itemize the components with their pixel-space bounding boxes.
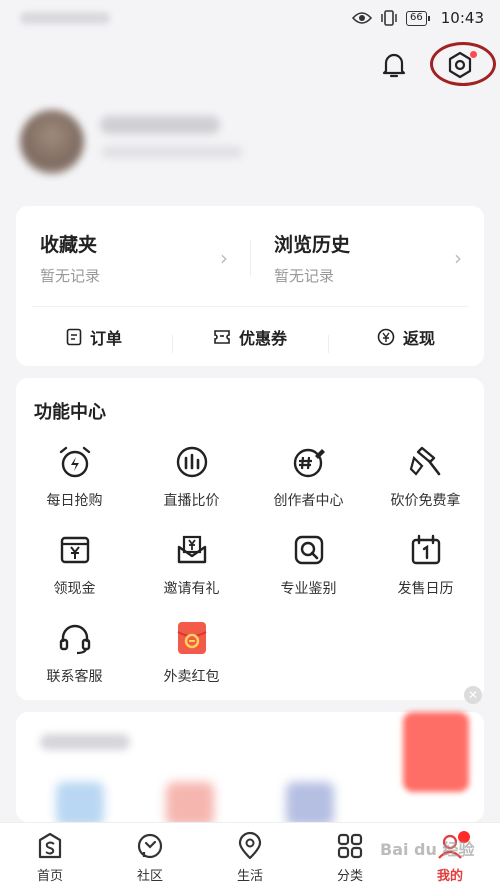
history-subtitle: 暂无记录 xyxy=(274,267,335,285)
notification-button[interactable] xyxy=(374,48,414,82)
tools-row: 订单 优惠券 返现 xyxy=(16,307,484,367)
profile-header[interactable] xyxy=(20,110,280,180)
floating-ad-banner[interactable] xyxy=(403,712,469,792)
tab-community[interactable]: 社区 xyxy=(100,823,200,889)
status-bar: 66 10:43 xyxy=(0,0,500,36)
header-actions xyxy=(374,42,496,86)
tab-life-label: 生活 xyxy=(236,869,263,884)
user-subtitle-blur xyxy=(102,146,242,158)
eye-icon xyxy=(352,11,373,25)
avatar[interactable] xyxy=(20,110,84,174)
calendar-icon xyxy=(406,530,446,570)
creator-icon xyxy=(289,442,329,482)
bargain-free-label: 砍价免费拿 xyxy=(390,493,461,509)
tab-home-label: 首页 xyxy=(36,869,63,884)
home-icon xyxy=(38,832,62,859)
pro-appraisal-label: 专业鉴别 xyxy=(280,581,337,597)
get-cash-button[interactable]: 领现金 xyxy=(16,526,133,614)
product-thumbnail-blur xyxy=(286,782,334,822)
release-calendar-label: 发售日历 xyxy=(397,581,454,597)
live-price-compare-label: 直播比价 xyxy=(163,493,220,509)
customer-service-label: 联系客服 xyxy=(46,669,103,685)
alarm-clock-icon xyxy=(55,442,95,482)
tab-life[interactable]: 生活 xyxy=(200,823,300,889)
cashback-button[interactable]: 返现 xyxy=(328,325,484,353)
battery-indicator: 66 xyxy=(406,10,430,26)
tab-category-label: 分类 xyxy=(336,869,363,884)
live-price-compare-button[interactable]: 直播比价 xyxy=(133,438,250,526)
function-center-card: 功能中心 每日抢购 直播比价 创作者中心 砍价免费拿 领现金 邀请有礼 专业鉴别… xyxy=(16,378,484,700)
settings-badge-dot xyxy=(470,51,477,58)
tab-mine-label: 我的 xyxy=(436,869,463,884)
records-card: 收藏夹 暂无记录 › 浏览历史 暂无记录 › 订单 优惠券 返现 xyxy=(16,206,484,366)
tab-home[interactable]: 首页 xyxy=(0,823,100,889)
red-packet-icon xyxy=(172,618,212,658)
settings-button[interactable] xyxy=(430,42,496,86)
status-time: 10:43 xyxy=(440,9,484,27)
bell-icon xyxy=(382,53,406,78)
get-cash-label: 领现金 xyxy=(53,581,96,597)
orders-button[interactable]: 订单 xyxy=(16,325,172,349)
floating-ad-close-icon[interactable]: ✕ xyxy=(464,686,482,704)
gift-envelope-icon xyxy=(172,530,212,570)
watermark: Bai du 经验 xyxy=(380,840,475,859)
takeout-red-packet-label: 外卖红包 xyxy=(163,669,220,685)
coupon-icon xyxy=(214,330,230,344)
favorites-title: 收藏夹 xyxy=(40,234,98,256)
invite-reward-label: 邀请有礼 xyxy=(163,581,220,597)
chevron-right-icon: › xyxy=(220,246,228,270)
customer-service-button[interactable]: 联系客服 xyxy=(16,614,133,702)
orders-label: 订单 xyxy=(89,329,122,348)
tab-community-label: 社区 xyxy=(136,869,163,884)
status-carrier-blur xyxy=(20,12,110,24)
live-chart-icon xyxy=(172,442,212,482)
section-title-blur xyxy=(40,734,130,750)
function-center-title: 功能中心 xyxy=(34,402,106,423)
username-blur xyxy=(100,116,220,134)
invite-reward-button[interactable]: 邀请有礼 xyxy=(133,526,250,614)
appraisal-icon xyxy=(289,530,329,570)
bargain-free-button[interactable]: 砍价免费拿 xyxy=(367,438,484,526)
release-calendar-button[interactable]: 发售日历 xyxy=(367,526,484,614)
favorites-subtitle: 暂无记录 xyxy=(40,267,101,285)
history-entry[interactable]: 浏览历史 暂无记录 › xyxy=(250,230,484,306)
favorites-entry[interactable]: 收藏夹 暂无记录 › xyxy=(16,230,250,306)
creator-center-button[interactable]: 创作者中心 xyxy=(250,438,367,526)
location-icon xyxy=(238,831,262,860)
category-icon xyxy=(337,833,363,859)
chevron-right-icon: › xyxy=(454,246,462,270)
daily-flash-sale-label: 每日抢购 xyxy=(46,493,103,509)
daily-flash-sale-button[interactable]: 每日抢购 xyxy=(16,438,133,526)
highlight-circle xyxy=(430,42,496,86)
coupons-button[interactable]: 优惠券 xyxy=(172,325,328,353)
takeout-red-packet-button[interactable]: 外卖红包 xyxy=(133,614,250,702)
cashback-label: 返现 xyxy=(402,329,435,348)
headset-icon xyxy=(55,618,95,658)
order-icon xyxy=(66,328,82,346)
history-title: 浏览历史 xyxy=(274,234,351,256)
vibrate-icon xyxy=(380,10,398,26)
coupons-label: 优惠券 xyxy=(238,329,287,348)
product-thumbnail-blur xyxy=(166,782,214,822)
cash-icon xyxy=(55,530,95,570)
community-icon xyxy=(137,833,163,859)
function-grid: 每日抢购 直播比价 创作者中心 砍价免费拿 领现金 邀请有礼 专业鉴别 发售日历… xyxy=(16,438,484,702)
cashback-icon xyxy=(377,328,395,346)
product-thumbnail-blur xyxy=(56,782,104,822)
axe-icon xyxy=(406,442,446,482)
pro-appraisal-button[interactable]: 专业鉴别 xyxy=(250,526,367,614)
creator-center-label: 创作者中心 xyxy=(273,493,344,509)
